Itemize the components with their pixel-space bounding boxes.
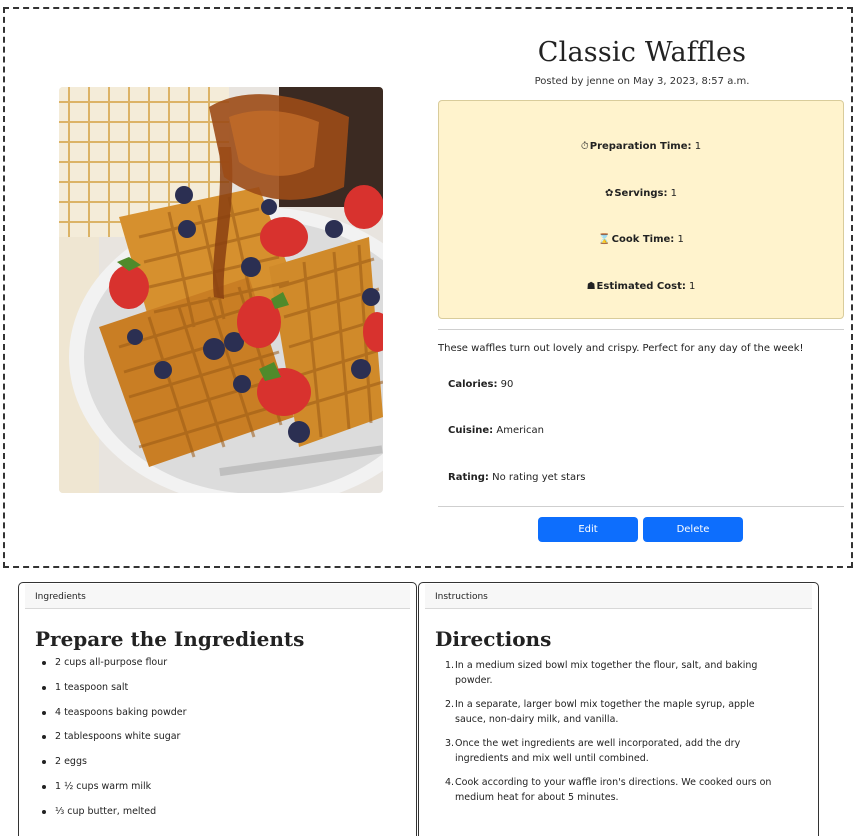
stat-servings: ✿Servings: 1	[439, 188, 843, 199]
posted-byline: Posted by jenne on May 3, 2023, 8:57 a.m…	[534, 76, 750, 87]
ingredient-item: 2 cups all-purpose flour	[41, 656, 187, 681]
direction-step: 1. In a medium sized bowl mix together th…	[435, 658, 785, 688]
ingredient-item: 1 teaspoon salt	[41, 681, 187, 706]
recipe-description: These waffles turn out lovely and crispy…	[438, 343, 804, 354]
stat-preparation-time: ⏱Preparation Time: 1	[439, 141, 843, 152]
delete-button[interactable]: Delete	[643, 517, 743, 542]
stat-value: 1	[694, 141, 702, 152]
cost-tag-icon: ☗	[586, 281, 596, 292]
stat-label: Estimated Cost:	[596, 281, 686, 292]
stat-value: 1	[677, 234, 684, 245]
direction-step: 3. Once the wet ingredients are well inco…	[435, 736, 785, 766]
servings-icon: ✿	[604, 188, 614, 199]
stat-value: 1	[670, 188, 678, 199]
meta-cuisine: Cuisine: American	[448, 425, 544, 436]
hourglass-icon: ⌛	[598, 234, 611, 245]
stat-label: Preparation Time:	[589, 141, 692, 152]
meta-value: American	[496, 425, 544, 436]
direction-step: 2. In a separate, larger bowl mix togethe…	[435, 697, 785, 727]
ingredients-card-header: Ingredients	[25, 584, 410, 609]
meta-rating: Rating: No rating yet stars	[448, 472, 585, 483]
meta-value: 90	[500, 379, 514, 390]
recipe-title: Classic Waffles	[537, 37, 747, 68]
direction-step: 4. Cook according to your waffle iron's d…	[435, 775, 785, 805]
instructions-card: Instructions Directions 1. In a medium si…	[418, 582, 819, 836]
stopwatch-icon: ⏱	[580, 141, 589, 152]
meta-calories: Calories: 90	[448, 379, 513, 390]
ingredients-card: Ingredients Prepare the Ingredients 2 cu…	[18, 582, 417, 836]
directions-title: Directions	[435, 627, 552, 651]
meta-label: Calories:	[448, 379, 498, 390]
edit-button[interactable]: Edit	[538, 517, 638, 542]
stat-cook-time: ⌛Cook Time: 1	[439, 234, 843, 245]
meta-label: Rating:	[448, 472, 489, 483]
step-text: Once the wet ingredients are well incorp…	[455, 738, 741, 764]
divider	[438, 329, 844, 330]
directions-list: 1. In a medium sized bowl mix together th…	[435, 658, 785, 814]
stat-label: Servings:	[614, 188, 668, 199]
ingredient-item: 1 ½ cups warm milk	[41, 780, 187, 805]
recipe-photo	[59, 87, 383, 493]
ingredient-item: ⅓ cup butter, melted	[41, 805, 187, 830]
ingredient-item: 2 eggs	[41, 755, 187, 780]
instructions-card-header: Instructions	[425, 584, 812, 609]
step-text: In a medium sized bowl mix together the …	[455, 660, 758, 686]
step-text: In a separate, larger bowl mix together …	[455, 699, 755, 725]
stat-estimated-cost: ☗Estimated Cost: 1	[439, 281, 843, 292]
ingredients-list: 2 cups all-purpose flour 1 teaspoon salt…	[41, 656, 187, 830]
step-number: 3.	[445, 738, 455, 749]
divider	[438, 506, 844, 507]
recipe-detail-panel: Classic Waffles Posted by jenne on May 3…	[3, 7, 853, 568]
stat-label: Cook Time:	[611, 234, 675, 245]
recipe-stats-box: ⏱Preparation Time: 1 ✿Servings: 1 ⌛Cook …	[438, 100, 844, 319]
ingredient-item: 4 teaspoons baking powder	[41, 706, 187, 731]
meta-value: No rating yet stars	[492, 472, 586, 483]
step-number: 1.	[445, 660, 455, 671]
ingredient-item: 2 tablespoons white sugar	[41, 730, 187, 755]
ingredients-title: Prepare the Ingredients	[35, 627, 305, 651]
meta-label: Cuisine:	[448, 425, 494, 436]
step-number: 4.	[445, 777, 455, 788]
step-text: Cook according to your waffle iron's dir…	[455, 777, 772, 803]
stat-value: 1	[689, 281, 696, 292]
step-number: 2.	[445, 699, 455, 710]
